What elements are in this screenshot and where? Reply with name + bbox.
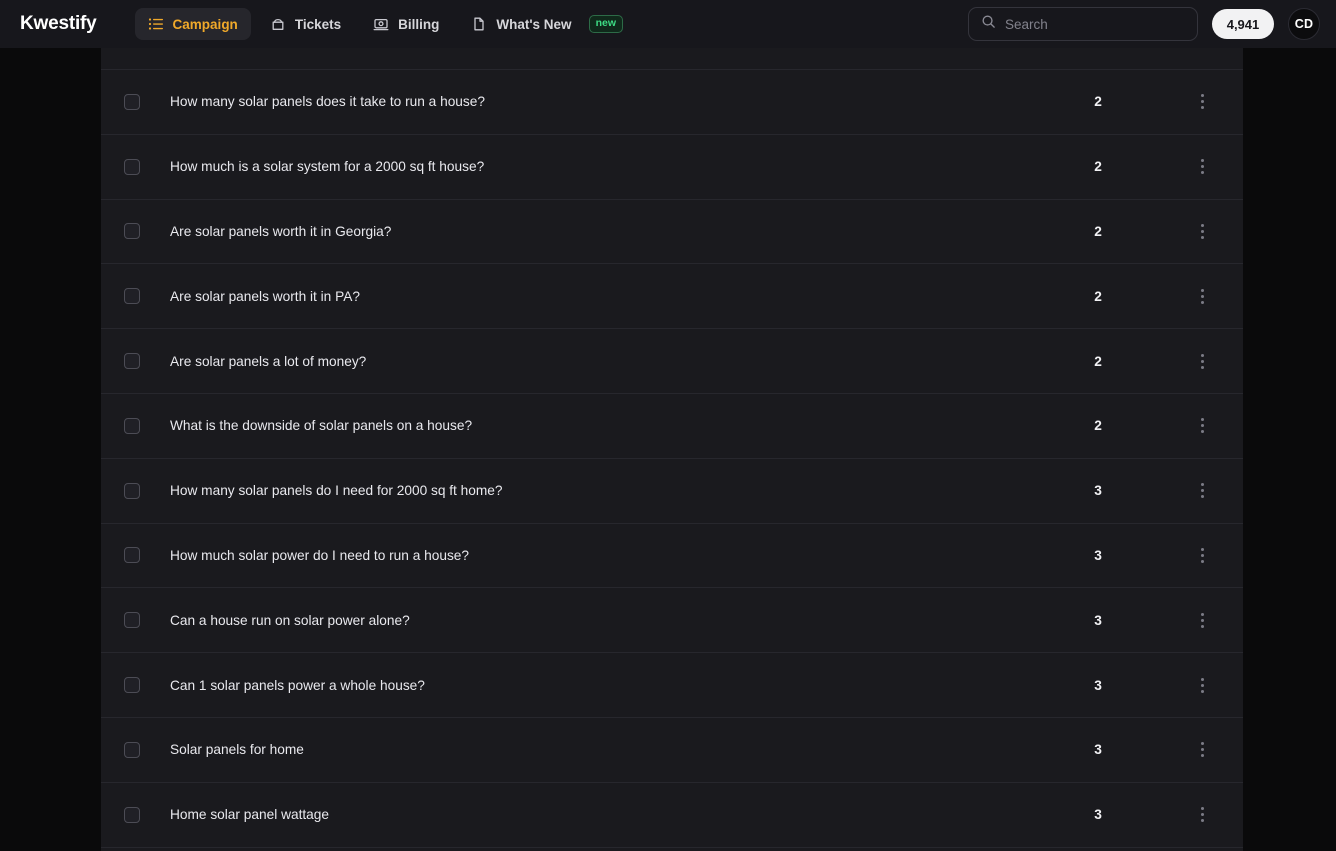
row-checkbox[interactable] (124, 159, 140, 175)
table-row[interactable]: Are solar panels worth it in PA?2 (101, 264, 1243, 329)
app-brand-logo[interactable]: Kwestify (20, 13, 97, 35)
row-menu-icon[interactable] (1188, 606, 1216, 634)
row-checkbox[interactable] (124, 288, 140, 304)
search-box[interactable] (968, 7, 1198, 41)
row-title: Are solar panels worth it in Georgia? (170, 224, 1071, 239)
row-checkbox[interactable] (124, 353, 140, 369)
row-count: 3 (1071, 742, 1125, 757)
nav-item-whats-new[interactable]: What's New new (458, 8, 636, 40)
row-count: 3 (1071, 678, 1125, 693)
row-count: 2 (1071, 418, 1125, 433)
table-row[interactable]: What is the downside of solar panels on … (101, 394, 1243, 459)
table-row[interactable]: Are solar panels a lot of money?2 (101, 329, 1243, 394)
row-checkbox[interactable] (124, 94, 140, 110)
row-count: 2 (1071, 94, 1125, 109)
row-title: How many solar panels do I need for 2000… (170, 483, 1071, 498)
row-count: 3 (1071, 548, 1125, 563)
table-row[interactable]: How many solar panels does it take to ru… (101, 70, 1243, 135)
main-nav: Campaign Tickets Billing (135, 8, 636, 40)
table-row[interactable]: Solar panels for home3 (101, 718, 1243, 783)
table-row[interactable]: Home solar panel wattage3 (101, 783, 1243, 848)
topbar-right-group: 4,941 CD (968, 7, 1320, 41)
nav-item-tickets[interactable]: Tickets (257, 8, 354, 40)
nav-item-campaign[interactable]: Campaign (135, 8, 251, 40)
new-badge: new (589, 15, 623, 33)
row-menu-icon[interactable] (1188, 153, 1216, 181)
table-row[interactable]: Are solar panels worth it in Georgia?2 (101, 200, 1243, 265)
row-title: Are solar panels a lot of money? (170, 354, 1071, 369)
page-content: How many solar panels does it take to ru… (0, 48, 1336, 851)
row-count: 3 (1071, 483, 1125, 498)
nav-item-label: Tickets (295, 17, 341, 32)
row-title: Are solar panels worth it in PA? (170, 289, 1071, 304)
row-checkbox[interactable] (124, 742, 140, 758)
partial-row-top (101, 48, 1243, 70)
row-title: How many solar panels does it take to ru… (170, 94, 1071, 109)
row-menu-icon[interactable] (1188, 217, 1216, 245)
row-menu-icon[interactable] (1188, 282, 1216, 310)
row-checkbox[interactable] (124, 223, 140, 239)
row-checkbox[interactable] (124, 483, 140, 499)
table-row[interactable]: How much solar power do I need to run a … (101, 524, 1243, 589)
search-input[interactable] (1005, 17, 1185, 32)
table-body: How many solar panels does it take to ru… (101, 70, 1243, 848)
row-count: 2 (1071, 289, 1125, 304)
nav-item-billing[interactable]: Billing (360, 8, 452, 40)
nav-item-label: Billing (398, 17, 439, 32)
row-checkbox[interactable] (124, 807, 140, 823)
billing-card-icon (373, 16, 389, 32)
row-count: 2 (1071, 159, 1125, 174)
row-count: 2 (1071, 354, 1125, 369)
list-icon (148, 16, 164, 32)
credit-count-badge[interactable]: 4,941 (1212, 9, 1274, 39)
row-checkbox[interactable] (124, 612, 140, 628)
row-count: 3 (1071, 807, 1125, 822)
avatar[interactable]: CD (1288, 8, 1320, 40)
table-row[interactable]: How many solar panels do I need for 2000… (101, 459, 1243, 524)
row-title: What is the downside of solar panels on … (170, 418, 1071, 433)
row-checkbox[interactable] (124, 418, 140, 434)
row-menu-icon[interactable] (1188, 801, 1216, 829)
top-navigation-bar: Kwestify Campaign (0, 0, 1336, 48)
table-row[interactable]: How much is a solar system for a 2000 sq… (101, 135, 1243, 200)
nav-item-label: What's New (496, 17, 571, 32)
row-checkbox[interactable] (124, 547, 140, 563)
row-title: How much solar power do I need to run a … (170, 548, 1071, 563)
row-title: Solar panels for home (170, 742, 1071, 757)
search-icon (981, 14, 996, 34)
table-row[interactable]: Can a house run on solar power alone?3 (101, 588, 1243, 653)
row-title: How much is a solar system for a 2000 sq… (170, 159, 1071, 174)
row-title: Can 1 solar panels power a whole house? (170, 678, 1071, 693)
nav-item-label: Campaign (173, 17, 238, 32)
row-count: 2 (1071, 224, 1125, 239)
row-menu-icon[interactable] (1188, 347, 1216, 375)
row-menu-icon[interactable] (1188, 671, 1216, 699)
row-count: 3 (1071, 613, 1125, 628)
questions-table: How many solar panels does it take to ru… (101, 48, 1243, 851)
row-menu-icon[interactable] (1188, 477, 1216, 505)
row-menu-icon[interactable] (1188, 736, 1216, 764)
ticket-icon (270, 16, 286, 32)
row-title: Can a house run on solar power alone? (170, 613, 1071, 628)
row-menu-icon[interactable] (1188, 412, 1216, 440)
row-checkbox[interactable] (124, 677, 140, 693)
row-title: Home solar panel wattage (170, 807, 1071, 822)
document-icon (471, 16, 487, 32)
row-menu-icon[interactable] (1188, 541, 1216, 569)
row-menu-icon[interactable] (1188, 88, 1216, 116)
table-row[interactable]: Can 1 solar panels power a whole house?3 (101, 653, 1243, 718)
